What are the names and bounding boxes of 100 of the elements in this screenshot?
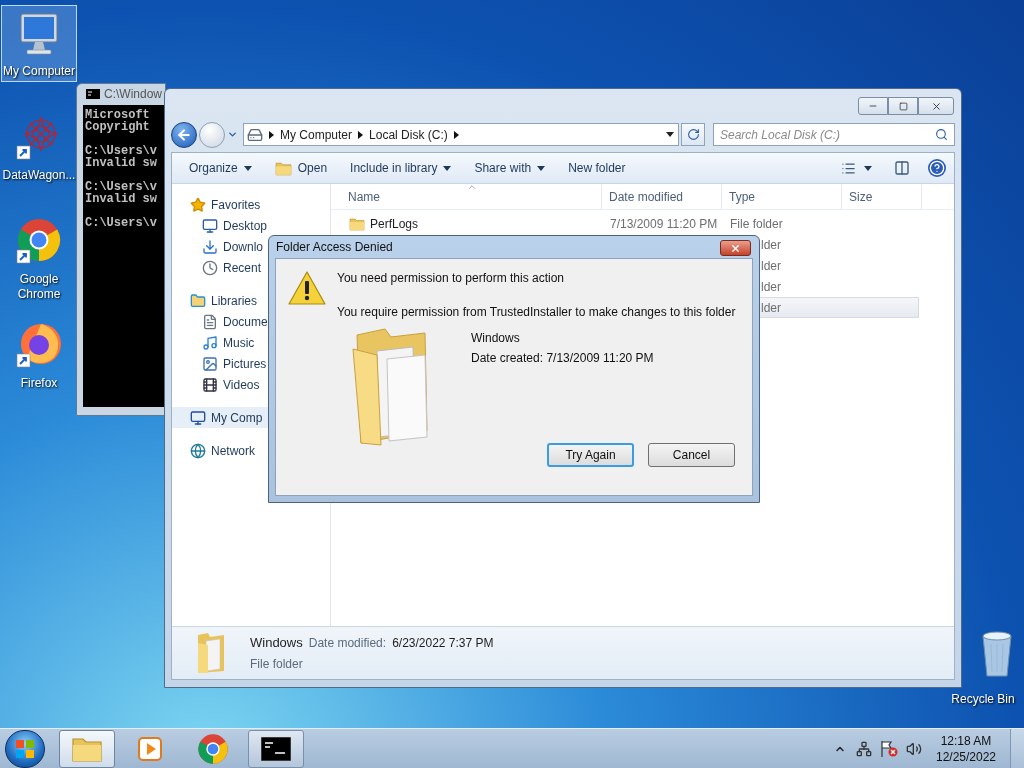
help-button[interactable] — [928, 159, 946, 177]
close-icon — [930, 100, 942, 112]
console-line: Microsoft — [85, 109, 151, 121]
folder-icon — [274, 160, 292, 176]
selected-item-name: Windows — [250, 633, 303, 652]
nav-item[interactable]: Recent — [172, 257, 330, 278]
nav-item[interactable]: Docume — [172, 311, 330, 332]
globe-icon — [190, 442, 206, 459]
show-desktop-button[interactable] — [1010, 728, 1024, 768]
search-input[interactable]: Search Local Disk (C:) — [720, 125, 935, 144]
close-icon — [730, 242, 741, 254]
taskbar-button[interactable] — [248, 729, 304, 768]
clock-icon — [202, 259, 218, 276]
toolbar-button[interactable]: Open — [267, 156, 335, 180]
dropdown-arrow-icon — [243, 165, 252, 171]
close-button[interactable] — [720, 240, 751, 256]
refresh-button[interactable] — [681, 123, 705, 146]
star-icon — [190, 196, 206, 213]
console-line: Invalid sw — [85, 193, 158, 205]
toolbar-button[interactable]: Organize — [182, 156, 259, 180]
detail-value: 6/23/2022 7:37 PM — [392, 634, 494, 652]
address-bar[interactable]: My Computer Local Disk (C:) — [243, 123, 679, 146]
dropdown-arrow-icon[interactable] — [666, 132, 674, 137]
console-line: C:\Users\v — [85, 217, 158, 229]
volume-icon[interactable] — [906, 740, 922, 757]
back-button[interactable] — [171, 121, 197, 148]
nav-item[interactable]: Libraries — [172, 290, 330, 311]
toolbar-button[interactable]: Share with — [467, 156, 553, 180]
dialog-button[interactable]: Cancel — [648, 443, 735, 467]
column-header[interactable]: Type — [722, 184, 842, 209]
action-center-flag-icon[interactable] — [880, 739, 898, 758]
window-title: C:\Window — [104, 86, 162, 103]
recycle-bin-icon[interactable] — [979, 630, 1015, 678]
picture-icon — [202, 355, 218, 372]
column-header[interactable]: Size — [842, 184, 922, 209]
file-date: 7/13/2009 11:20 PM — [610, 216, 718, 231]
breadcrumb-arrow-icon — [453, 130, 459, 139]
network-icon[interactable] — [856, 740, 872, 757]
desktop-icon[interactable]: Firefox — [1, 317, 77, 394]
library-icon — [190, 292, 206, 309]
firefox-icon — [15, 322, 63, 370]
toolbar-button[interactable]: Include in library — [343, 156, 459, 180]
column-header[interactable]: Name — [331, 184, 602, 209]
file-type: File folder — [730, 216, 783, 231]
drive-icon — [247, 126, 263, 143]
dialog-title: Folder Access Denied — [275, 239, 393, 256]
dialog-message: You require permission from TrustedInstaller to make changes to this folder — [337, 304, 736, 321]
detail-label: Date modified: — [308, 634, 387, 652]
breadcrumb-item[interactable]: Local Disk (C:) — [369, 125, 448, 144]
desktop-icon[interactable]: DataWagon... — [1, 109, 77, 186]
nav-item[interactable]: Network — [172, 440, 330, 461]
item-name: Windows — [471, 330, 521, 347]
console-line: C:\Users\v — [85, 181, 158, 193]
column-header[interactable]: Date modified — [602, 184, 722, 209]
preview-pane-icon — [894, 160, 910, 176]
dropdown-arrow-icon — [443, 165, 452, 171]
chrome-icon — [15, 218, 63, 266]
computer-icon — [190, 409, 206, 426]
dialog-button[interactable]: Try Again — [547, 443, 634, 467]
dropdown-arrow-icon — [864, 165, 872, 171]
film-icon — [202, 376, 218, 393]
document-icon — [202, 313, 218, 330]
chrome-icon — [197, 732, 229, 765]
search-icon — [935, 128, 948, 141]
breadcrumb-arrow-icon — [269, 130, 274, 139]
music-icon — [202, 334, 218, 351]
folder-icon — [349, 216, 365, 231]
console-line: Copyright — [85, 121, 151, 133]
toolbar-button[interactable]: New folder — [561, 156, 633, 180]
minimize-button[interactable] — [858, 97, 888, 115]
item-date: Date created: 7/13/2009 11:20 PM — [471, 350, 654, 367]
clock-time: 12:18 AM — [940, 732, 992, 749]
file-row[interactable]: PerfLogs 7/13/2009 11:20 PM File folder — [331, 213, 919, 234]
file-type: lder — [761, 300, 781, 315]
monitor-icon — [202, 217, 218, 234]
history-dropdown-icon[interactable] — [227, 129, 238, 140]
nav-item[interactable]: Pictures — [172, 353, 330, 374]
download-icon — [202, 238, 218, 255]
console-line: Invalid sw — [85, 157, 158, 169]
warning-icon — [288, 271, 326, 305]
maximize-button[interactable] — [888, 97, 918, 115]
desktop-icon-label: Recycle Bin — [951, 691, 1015, 708]
help-icon — [929, 160, 945, 176]
selected-item-type: File folder — [250, 656, 304, 674]
nav-item[interactable]: Desktop — [172, 215, 330, 236]
desktop-icon[interactable]: My Computer — [1, 5, 77, 82]
search-field[interactable]: Search Local Disk (C:) — [713, 123, 955, 146]
breadcrumb-item[interactable]: My Computer — [280, 125, 353, 144]
clock-date: 12/25/2022 — [935, 748, 997, 765]
console-icon — [86, 89, 100, 99]
console-icon — [261, 736, 291, 761]
dialog-heading: You need permission to perform this action — [337, 270, 565, 287]
nav-item[interactable]: Favorites — [172, 194, 330, 215]
clock[interactable]: 12:18 AM 12/25/2022 — [934, 732, 998, 765]
nav-item[interactable]: Music — [172, 332, 330, 353]
nav-item[interactable]: Videos — [172, 374, 330, 395]
start-button[interactable] — [5, 729, 45, 768]
list-view-icon — [841, 160, 856, 176]
refresh-icon — [686, 128, 700, 141]
desktop-icon[interactable]: Google Chrome — [1, 213, 77, 305]
